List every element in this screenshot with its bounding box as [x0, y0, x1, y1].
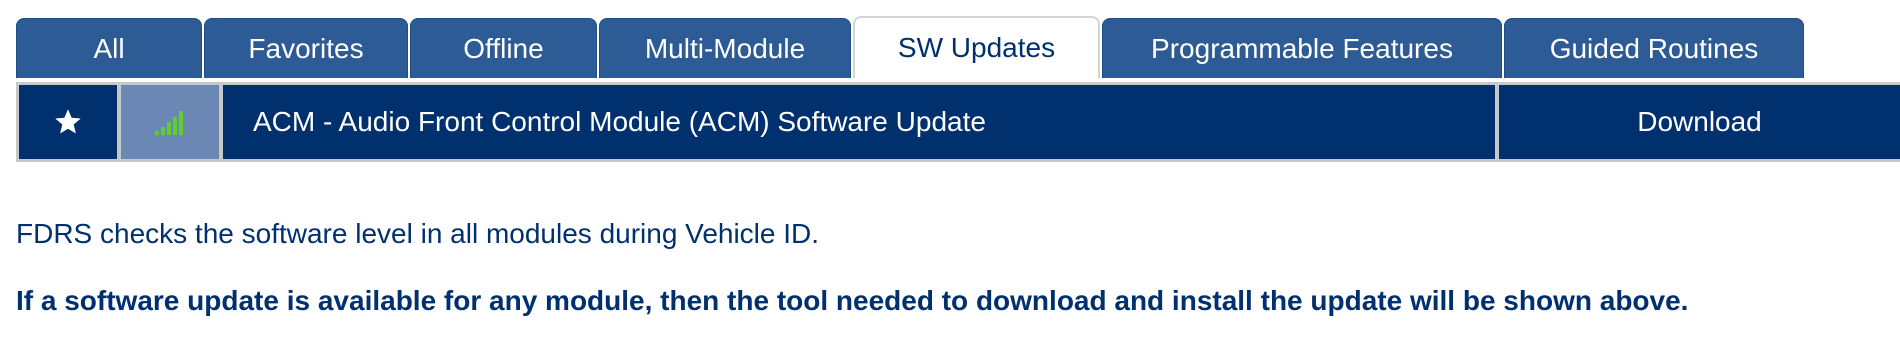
- tab-multi-module[interactable]: Multi-Module: [599, 18, 851, 78]
- update-title: ACM - Audio Front Control Module (ACM) S…: [223, 85, 1495, 159]
- tab-bar: All Favorites Offline Multi-Module SW Up…: [16, 16, 1806, 78]
- tab-all[interactable]: All: [16, 18, 202, 78]
- info-message: FDRS checks the software level in all mo…: [16, 218, 820, 249]
- tab-offline[interactable]: Offline: [410, 18, 597, 78]
- note-message: If a software update is available for an…: [16, 285, 1689, 316]
- star-icon: [55, 109, 81, 134]
- tab-sw-updates[interactable]: SW Updates: [853, 16, 1100, 78]
- tab-guided-routines[interactable]: Guided Routines: [1504, 18, 1804, 78]
- tab-programmable-features[interactable]: Programmable Features: [1102, 18, 1502, 78]
- favorite-toggle[interactable]: [19, 85, 117, 159]
- signal-strength-cell: [121, 85, 219, 159]
- download-button[interactable]: Download: [1499, 85, 1900, 159]
- software-update-row: ACM - Audio Front Control Module (ACM) S…: [16, 82, 1900, 162]
- tab-favorites[interactable]: Favorites: [204, 18, 408, 78]
- signal-strength-icon: [155, 111, 183, 135]
